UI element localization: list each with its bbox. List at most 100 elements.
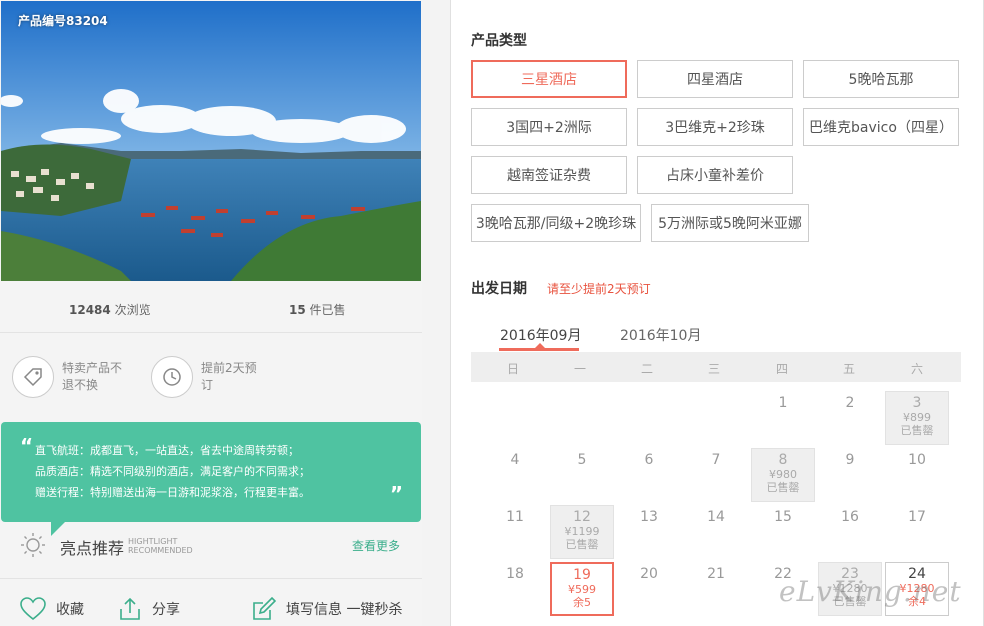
weekday-tue: 二 [640,362,653,376]
day-cell: 4 [483,449,547,503]
option-four-star-hotel[interactable]: 四星酒店 [637,60,793,98]
day-number: 11 [506,509,524,525]
option-three-star-hotel[interactable]: 三星酒店 [471,60,627,98]
weekday-thu: 四 [775,362,788,376]
left-panel: 产品编号83204 12484 次浏览 15 件已售 特卖产品不退不换 提前2天… [0,0,422,626]
day-number: 4 [510,452,520,468]
share-button[interactable]: 分享 [118,597,180,621]
day-cell-available-selected[interactable]: 19 ¥599 余5 [550,562,614,616]
day-cell-sold-out: 12 ¥1199 已售罄 [550,505,614,559]
edit-icon [253,597,276,620]
tag-text: 提前2天预订 [201,361,257,392]
weekday-wed: 三 [707,362,720,376]
share-icon [120,597,140,620]
day-number: 19 [573,567,591,583]
weekday-sun: 日 [506,362,519,376]
fill-info-label: 填写信息 一键秒杀 [286,602,403,618]
day-cell: 14 [684,506,748,560]
day-cell: 7 [684,449,748,503]
day-cell: 20 [617,563,681,617]
tab-month-oct[interactable]: 2016年10月 [620,325,701,345]
tab-month-sep[interactable]: 2016年09月 [500,325,581,345]
weekday-mon: 一 [573,362,586,376]
day-cell: 2 [818,392,882,446]
sold-label: 件已售 [309,303,346,317]
option-child-bed-supplement[interactable]: 占床小童补差价 [637,156,793,194]
day-cell: 18 [483,563,547,617]
day-status: 已售罄 [900,424,934,437]
option-bavico-four-star[interactable]: 巴维克bavico（四星） [803,108,959,146]
day-number: 8 [778,452,788,468]
day-number: 16 [841,509,859,525]
day-number: 15 [774,509,792,525]
service-tags: 特卖产品不退不换 提前2天预订 [0,356,422,406]
day-cell-sold-out: 3 ¥899 已售罄 [885,391,949,445]
option-3-havana-2-pearl[interactable]: 3晚哈瓦那/同级+2晚珍珠 [471,204,641,242]
active-month-indicator [499,343,579,351]
view-more-link[interactable]: 查看更多 [352,537,400,554]
day-cell: 16 [818,506,882,560]
day-number: 7 [711,452,721,468]
option-5-intercontinental-amiana[interactable]: 5万洲际或5晚阿米亚娜 [651,204,809,242]
share-label: 分享 [152,602,180,618]
product-photo[interactable]: 产品编号83204 [1,1,421,281]
departure-title: 出发日期 [471,281,527,297]
day-cell: 9 [818,449,882,503]
option-vietnam-visa-fee[interactable]: 越南签证杂费 [471,156,627,194]
day-number: 14 [707,509,725,525]
advance-note: 请至少提前2天预订 [547,282,651,296]
highlights-subtitle: HIGHTLIGHT RECOMMENDED [128,537,193,555]
day-cell-sold-out: 8 ¥980 已售罄 [751,448,815,502]
open-quote-icon: “ [20,434,34,458]
heart-icon [20,597,46,621]
day-status: 已售罄 [565,538,599,551]
product-type-title: 产品类型 [471,33,527,49]
fill-info-button[interactable]: 填写信息 一键秒杀 [252,597,402,621]
highlight-line: 赠送行程：特别赠送出海一日游和泥浆浴，行程更丰富。 [35,486,310,499]
day-price: ¥980 [769,468,797,481]
watermark-text: eLvKing.net [779,575,962,608]
day-number: 13 [640,509,658,525]
sun-icon [20,532,46,562]
day-status: 已售罄 [766,481,800,494]
day-cell: 15 [751,506,815,560]
day-number: 12 [573,509,591,525]
close-quote-icon: ” [389,482,403,506]
weekday-fri: 五 [842,362,855,376]
highlights-title: 亮点推荐 [60,539,125,558]
highlights-box: “ 直飞航班：成都直飞，一站直达，省去中途周转劳顿； 品质酒店：精选不同级别的酒… [1,422,421,536]
sold-stat: 15 件已售 [289,301,346,318]
favorite-button[interactable]: 收藏 [20,597,84,621]
favorite-label: 收藏 [56,602,84,618]
price-tag-icon [12,356,54,398]
day-cell: 1 [751,392,815,446]
day-cell: 13 [617,506,681,560]
day-cell: 6 [617,449,681,503]
option-3-bavico-2-pearl[interactable]: 3巴维克+2珍珠 [637,108,793,146]
highlight-line: 直飞航班：成都直飞，一站直达，省去中途周转劳顿； [35,444,299,457]
views-label: 次浏览 [114,303,151,317]
views-count: 12484 [69,303,111,317]
day-cell: 21 [684,563,748,617]
clock-icon [151,356,193,398]
day-number: 21 [707,566,725,582]
day-cell: 10 [885,449,949,503]
day-price: ¥899 [903,411,931,424]
product-code: 产品编号83204 [18,14,108,28]
day-number: 2 [845,395,855,411]
highlights-sub2: RECOMMENDED [128,546,193,555]
views-stat: 12484 次浏览 [69,301,151,318]
weekday-sat: 六 [910,362,923,376]
day-number: 10 [908,452,926,468]
day-price: ¥599 [568,583,596,596]
tag-advance-booking: 提前2天预订 [151,356,267,398]
option-5-nights-havana[interactable]: 5晚哈瓦那 [803,60,959,98]
tag-no-return: 特卖产品不退不换 [12,356,128,398]
tag-text: 特卖产品不退不换 [62,361,123,392]
day-number: 18 [506,566,524,582]
day-number: 3 [912,395,922,411]
sold-count: 15 [289,303,306,317]
day-number: 5 [577,452,587,468]
option-3-intercontinental[interactable]: 3国四+2洲际 [471,108,627,146]
day-cell: 5 [550,449,614,503]
